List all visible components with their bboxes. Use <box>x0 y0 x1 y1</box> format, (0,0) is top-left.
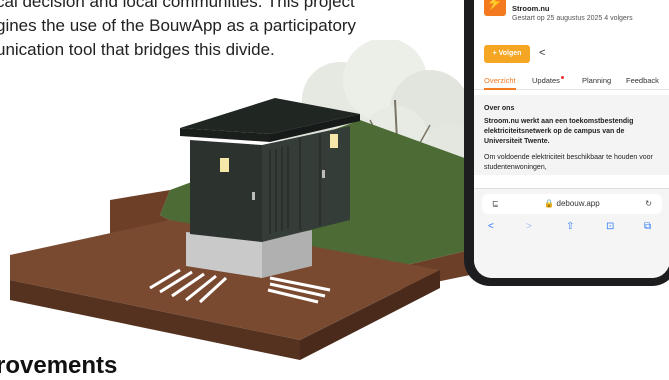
intro-line: gines the use of the BouwApp as a partic… <box>0 16 357 35</box>
phone-screen: ⚡ Stroom.nu Gestart op 25 augustus 2025 … <box>474 0 669 278</box>
browser-nav: < > ⇧ ⊡ ⧉ <box>474 219 669 239</box>
intro-line: cal decision and local communities. This… <box>0 0 355 11</box>
tab-bar: Overzicht Updates Planning Feedback <box>474 73 669 90</box>
tab-updates[interactable]: Updates <box>532 76 564 85</box>
cabinet-window <box>220 158 229 172</box>
tab-overzicht[interactable]: Overzicht <box>484 76 516 90</box>
tab-label: Updates <box>532 76 560 85</box>
cabinet-front <box>190 140 262 242</box>
substation-illustration <box>10 40 476 360</box>
project-meta: Gestart op 25 augustus 2025 4 volgers <box>512 15 633 22</box>
about-title: Over ons <box>484 105 515 112</box>
tab-feedback[interactable]: Feedback <box>626 76 659 85</box>
share-sheet-icon[interactable]: ⇧ <box>566 221 574 232</box>
cabinet-window <box>330 134 338 148</box>
forward-icon[interactable]: > <box>526 221 532 232</box>
about-section: Over ons Stroom.nu werkt aan een toekoms… <box>484 104 662 186</box>
tab-planning[interactable]: Planning <box>582 76 611 85</box>
bookmarks-icon[interactable]: ⊡ <box>606 221 614 232</box>
url-field[interactable]: ⊑ 🔒 debouw.app ↻ <box>482 194 662 214</box>
project-name: Stroom.nu <box>512 4 550 13</box>
door-handle <box>322 170 325 178</box>
browser-bar: ⊑ 🔒 debouw.app ↻ < > ⇧ ⊡ ⧉ <box>474 188 669 278</box>
back-icon[interactable]: < <box>488 221 494 232</box>
tabs-icon[interactable]: ⧉ <box>644 221 651 232</box>
section-heading: rovements <box>0 352 118 379</box>
about-highlight: Stroom.nu werkt aan een toekomstbestendi… <box>484 118 634 145</box>
notification-dot <box>560 76 564 79</box>
about-body: Om voldoende elektriciteit beschikbaar t… <box>484 154 653 171</box>
door-handle <box>252 192 255 200</box>
phone-mockup: ⚡ Stroom.nu Gestart op 25 augustus 2025 … <box>464 0 669 286</box>
url-text: 🔒 debouw.app <box>544 199 600 208</box>
lightning-icon: ⚡ <box>484 0 506 16</box>
share-icon[interactable]: < <box>539 47 545 59</box>
follow-button[interactable]: + Volgen <box>484 45 530 63</box>
reload-icon[interactable]: ↻ <box>645 194 652 214</box>
